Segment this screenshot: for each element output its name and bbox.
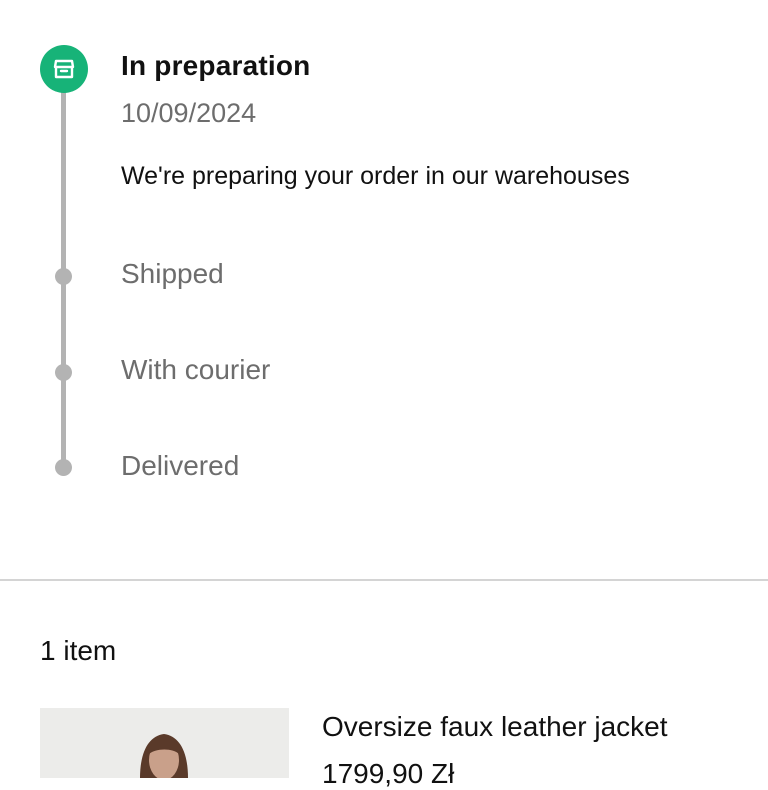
step-dot-with-courier [55,364,72,381]
step-dot-delivered [55,459,72,476]
step-label-with-courier: With courier [121,354,271,385]
current-step-title: In preparation [121,50,311,81]
status-current-indicator [40,45,88,93]
step-label-delivered: Delivered [121,450,240,481]
product-price: 1799,90 Zł [322,758,455,789]
section-divider [0,579,768,581]
order-status-timeline: In preparation 10/09/2024 We're preparin… [0,0,768,560]
step-label-shipped: Shipped [121,258,224,289]
product-name[interactable]: Oversize faux leather jacket [322,711,668,743]
items-count: 1 item [40,635,117,666]
package-box-icon [53,59,75,79]
current-step-date: 10/09/2024 [121,98,257,128]
current-step-description: We're preparing your order in our wareho… [121,162,630,190]
step-dot-shipped [55,268,72,285]
